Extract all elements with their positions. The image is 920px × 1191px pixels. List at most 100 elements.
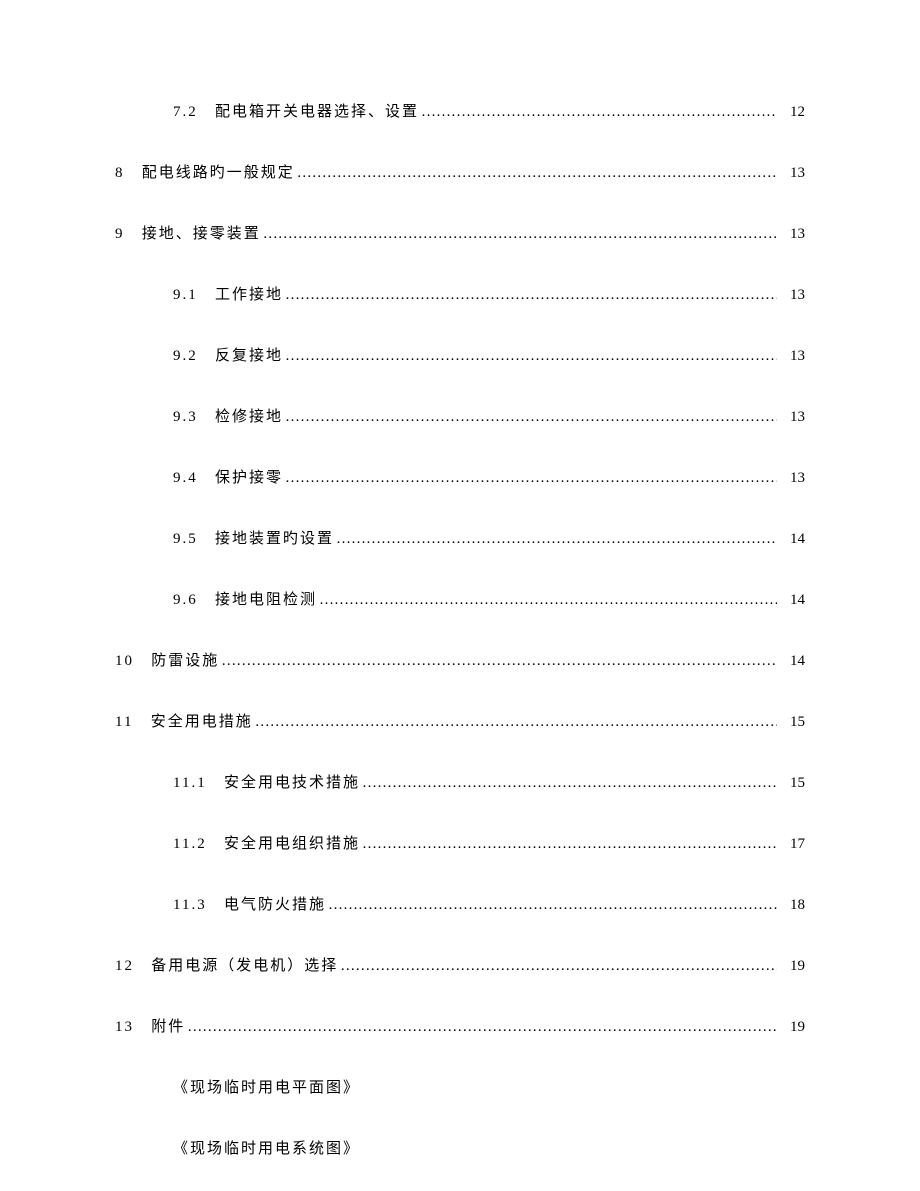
toc-label: 10 防雷设施	[115, 649, 219, 670]
toc-page-number: 13	[777, 409, 805, 426]
toc-number: 12	[115, 958, 134, 974]
toc-number: 8	[115, 165, 125, 181]
toc-page-number: 13	[777, 348, 805, 365]
toc-number: 9.1	[173, 287, 198, 303]
toc-number: 9	[115, 226, 125, 242]
toc-entry: 9.5 接地装置旳设置 14	[115, 527, 805, 548]
toc-label: 9.4 保护接零	[173, 466, 283, 487]
appendix-line: 《现场临时用电系统图》	[115, 1137, 805, 1158]
toc-leader-dots	[263, 226, 777, 243]
toc-page-number: 12	[777, 104, 805, 121]
toc-title: 安全用电组织措施	[224, 836, 360, 852]
toc-leader-dots	[319, 592, 777, 609]
toc-title: 附件	[151, 1019, 185, 1035]
toc-number: 9.2	[173, 348, 198, 364]
toc-title: 防雷设施	[151, 653, 219, 669]
toc-entry: 9.6 接地电阻检测 14	[115, 588, 805, 609]
toc-entry: 9.2 反复接地 13	[115, 344, 805, 365]
toc-number: 11.1	[173, 775, 207, 791]
toc-title: 接地、接零装置	[142, 226, 261, 242]
toc-entry: 13 附件 19	[115, 1015, 805, 1036]
toc-page-number: 13	[777, 470, 805, 487]
toc-entry: 7.2 配电箱开关电器选择、设置 12	[115, 100, 805, 121]
toc-label: 12 备用电源（发电机）选择	[115, 954, 338, 975]
toc-entry: 9 接地、接零装置 13	[115, 222, 805, 243]
toc-page-number: 15	[777, 775, 805, 792]
toc-title: 反复接地	[215, 348, 283, 364]
toc-list: 7.2 配电箱开关电器选择、设置128 配电线路旳一般规定139 接地、接零装置…	[115, 100, 805, 1036]
toc-title: 工作接地	[215, 287, 283, 303]
toc-title: 配电线路旳一般规定	[142, 165, 295, 181]
toc-label: 11.3 电气防火措施	[173, 893, 326, 914]
toc-leader-dots	[221, 653, 777, 670]
toc-leader-dots	[297, 165, 777, 182]
toc-number: 9.3	[173, 409, 198, 425]
toc-number: 13	[115, 1019, 134, 1035]
toc-label: 9.1 工作接地	[173, 283, 283, 304]
toc-title: 保护接零	[215, 470, 283, 486]
toc-leader-dots	[285, 348, 777, 365]
toc-entry: 12 备用电源（发电机）选择 19	[115, 954, 805, 975]
toc-number: 11	[115, 714, 133, 730]
toc-entry: 9.4 保护接零 13	[115, 466, 805, 487]
toc-page-number: 14	[777, 653, 805, 670]
toc-leader-dots	[285, 470, 777, 487]
toc-page-number: 19	[777, 1019, 805, 1036]
toc-title: 电气防火措施	[224, 897, 326, 913]
toc-page-number: 19	[777, 958, 805, 975]
toc-number: 11.3	[173, 897, 207, 913]
toc-number: 9.6	[173, 592, 198, 608]
toc-page-number: 15	[777, 714, 805, 731]
toc-page-number: 14	[777, 592, 805, 609]
toc-leader-dots	[255, 714, 777, 731]
toc-page-number: 13	[777, 165, 805, 182]
toc-number: 11.2	[173, 836, 207, 852]
toc-label: 8 配电线路旳一般规定	[115, 161, 295, 182]
toc-page-number: 13	[777, 226, 805, 243]
toc-label: 9.6 接地电阻检测	[173, 588, 317, 609]
toc-entry: 8 配电线路旳一般规定 13	[115, 161, 805, 182]
toc-title: 安全用电技术措施	[224, 775, 360, 791]
toc-entry: 9.3 检修接地 13	[115, 405, 805, 426]
toc-title: 备用电源（发电机）选择	[151, 958, 338, 974]
toc-page-number: 18	[777, 897, 805, 914]
toc-label: 9.2 反复接地	[173, 344, 283, 365]
toc-leader-dots	[285, 409, 777, 426]
toc-leader-dots	[421, 104, 777, 121]
appendix-line: 《现场临时用电平面图》	[115, 1076, 805, 1097]
toc-leader-dots	[362, 775, 777, 792]
toc-leader-dots	[340, 958, 777, 975]
toc-entry: 9.1 工作接地 13	[115, 283, 805, 304]
toc-page: 7.2 配电箱开关电器选择、设置128 配电线路旳一般规定139 接地、接零装置…	[0, 0, 920, 1158]
toc-title: 接地装置旳设置	[215, 531, 334, 547]
toc-label: 9 接地、接零装置	[115, 222, 261, 243]
toc-title: 接地电阻检测	[215, 592, 317, 608]
toc-number: 9.5	[173, 531, 198, 547]
toc-entry: 11 安全用电措施 15	[115, 710, 805, 731]
toc-leader-dots	[187, 1019, 777, 1036]
toc-number: 7.2	[173, 104, 198, 120]
toc-label: 11.2 安全用电组织措施	[173, 832, 360, 853]
toc-label: 11.1 安全用电技术措施	[173, 771, 360, 792]
toc-page-number: 17	[777, 836, 805, 853]
toc-label: 9.5 接地装置旳设置	[173, 527, 334, 548]
toc-page-number: 13	[777, 287, 805, 304]
toc-page-number: 14	[777, 531, 805, 548]
toc-title: 安全用电措施	[151, 714, 253, 730]
toc-label: 11 安全用电措施	[115, 710, 253, 731]
toc-label: 13 附件	[115, 1015, 185, 1036]
toc-title: 检修接地	[215, 409, 283, 425]
toc-entry: 11.3 电气防火措施 18	[115, 893, 805, 914]
toc-entry: 11.1 安全用电技术措施 15	[115, 771, 805, 792]
toc-entry: 11.2 安全用电组织措施 17	[115, 832, 805, 853]
toc-label: 9.3 检修接地	[173, 405, 283, 426]
toc-leader-dots	[328, 897, 777, 914]
toc-entry: 10 防雷设施 14	[115, 649, 805, 670]
appendix-list: 《现场临时用电平面图》《现场临时用电系统图》	[115, 1076, 805, 1158]
toc-leader-dots	[336, 531, 777, 548]
toc-label: 7.2 配电箱开关电器选择、设置	[173, 100, 419, 121]
toc-number: 9.4	[173, 470, 198, 486]
toc-title: 配电箱开关电器选择、设置	[215, 104, 419, 120]
toc-leader-dots	[285, 287, 777, 304]
toc-number: 10	[115, 653, 134, 669]
